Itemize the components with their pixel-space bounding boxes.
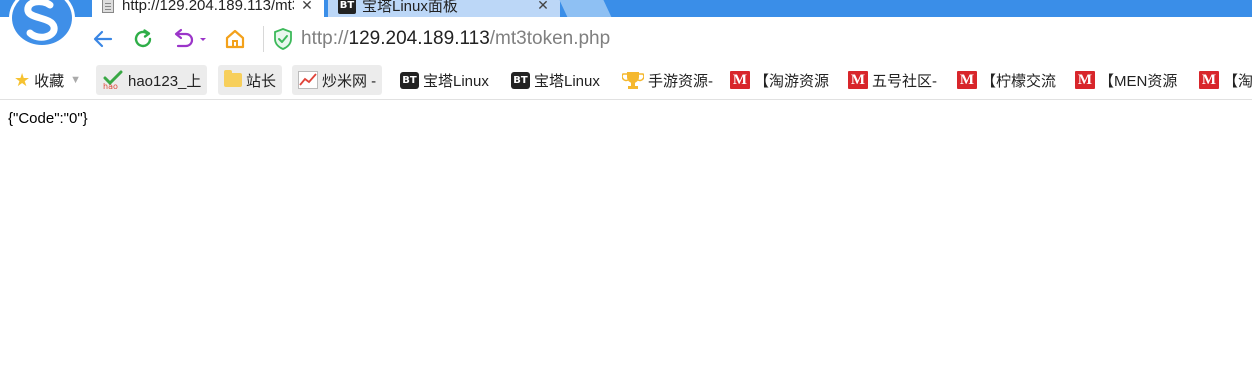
close-icon[interactable]: ✕ [536,0,550,14]
hao123-icon: hao [102,70,124,90]
tab-mt3token[interactable]: http://129.204.189.113/mt3token.php ✕ [92,0,324,17]
bookmark-label: 手游资源- [648,72,713,90]
page-icon [102,0,114,13]
navigation-toolbar: http://129.204.189.113/mt3token.php [0,17,1252,62]
toolbar-divider [263,26,264,52]
bookmark-men[interactable]: M 【MEN资源 [1069,65,1183,95]
bookmark-label: 【柠檬交流 [981,72,1057,90]
back-arrow-icon [93,30,113,48]
security-shield-icon[interactable] [273,28,293,50]
folder-icon [224,70,242,87]
bookmark-ningmeng[interactable]: M 【柠檬交流 [951,65,1062,95]
bt-icon: BT [400,71,419,89]
trophy-icon [622,70,644,90]
bookmarks-bar: ★ 收藏 ▼ hao hao123_上 站长 炒米网 - BT 宝塔Linux … [0,62,1252,100]
browser-logo-icon[interactable] [9,0,75,48]
tab-title: http://129.204.189.113/mt3token.php [122,0,294,14]
m-logo-icon: M [730,71,750,89]
bookmark-label: 站长 [246,72,277,90]
bookmark-label: 炒米网 - [322,72,377,90]
m-logo-icon: M [1199,71,1219,89]
url-text[interactable]: http://129.204.189.113/mt3token.php [301,28,610,50]
bookmark-chaomi[interactable]: 炒米网 - [292,65,383,95]
m-logo-icon: M [1075,71,1095,89]
url-host: 129.204.189.113 [348,28,490,49]
tab-strip: http://129.204.189.113/mt3token.php ✕ BT… [0,0,1252,17]
url-scheme: http:// [301,28,349,49]
chart-icon [298,71,318,89]
bookmark-label: 【淘游资源 [754,72,830,90]
bt-icon: BT [338,0,356,14]
home-icon [225,29,245,49]
bookmark-baota-1[interactable]: BT 宝塔Linux [394,65,495,95]
url-path: /mt3token.php [489,28,611,49]
back-button[interactable] [90,26,116,52]
bookmark-label: 宝塔Linux [534,72,600,90]
m-logo-icon: M [957,71,977,89]
new-tab-button[interactable] [556,0,612,17]
favorites-label: 收藏 [34,72,65,90]
bt-icon: BT [511,71,530,89]
bookmark-label: 宝塔Linux [423,72,489,90]
bookmark-label: 【淘 [1223,72,1252,90]
json-response-text: {"Code":"0"} [8,110,88,127]
bookmark-label: hao123_上 [128,72,202,90]
bookmark-taoyou[interactable]: M 【淘游资源 [724,65,835,95]
undo-close-button[interactable] [170,26,210,52]
reload-icon [134,29,152,48]
bookmark-label: 【MEN资源 [1099,72,1178,90]
home-button[interactable] [222,26,248,52]
tab-baota-panel[interactable]: BT 宝塔Linux面板 ✕ [328,0,560,17]
bookmark-tao-truncated[interactable]: M 【淘 [1193,65,1252,95]
bookmark-folder-zhanzhang[interactable]: 站长 [218,65,283,95]
bookmark-shouyou[interactable]: 手游资源- [616,65,719,95]
star-icon: ★ [14,69,31,90]
page-content: {"Code":"0"} [0,101,1252,392]
bookmark-baota-2[interactable]: BT 宝塔Linux [505,65,606,95]
tab-title: 宝塔Linux面板 [362,0,458,15]
undo-icon [174,28,206,48]
bookmark-label: 五号社区- [872,72,937,90]
bookmark-wuhao[interactable]: M 五号社区- [842,65,943,95]
svg-text:hao: hao [103,82,118,90]
reload-button[interactable] [130,26,156,52]
close-icon[interactable]: ✕ [300,0,314,14]
bookmark-hao123[interactable]: hao hao123_上 [96,65,208,95]
favorites-button[interactable]: ★ 收藏 ▼ [8,65,87,95]
chevron-down-icon: ▼ [70,74,82,86]
address-bar[interactable]: http://129.204.189.113/mt3token.php [273,24,1252,54]
m-logo-icon: M [848,71,868,89]
